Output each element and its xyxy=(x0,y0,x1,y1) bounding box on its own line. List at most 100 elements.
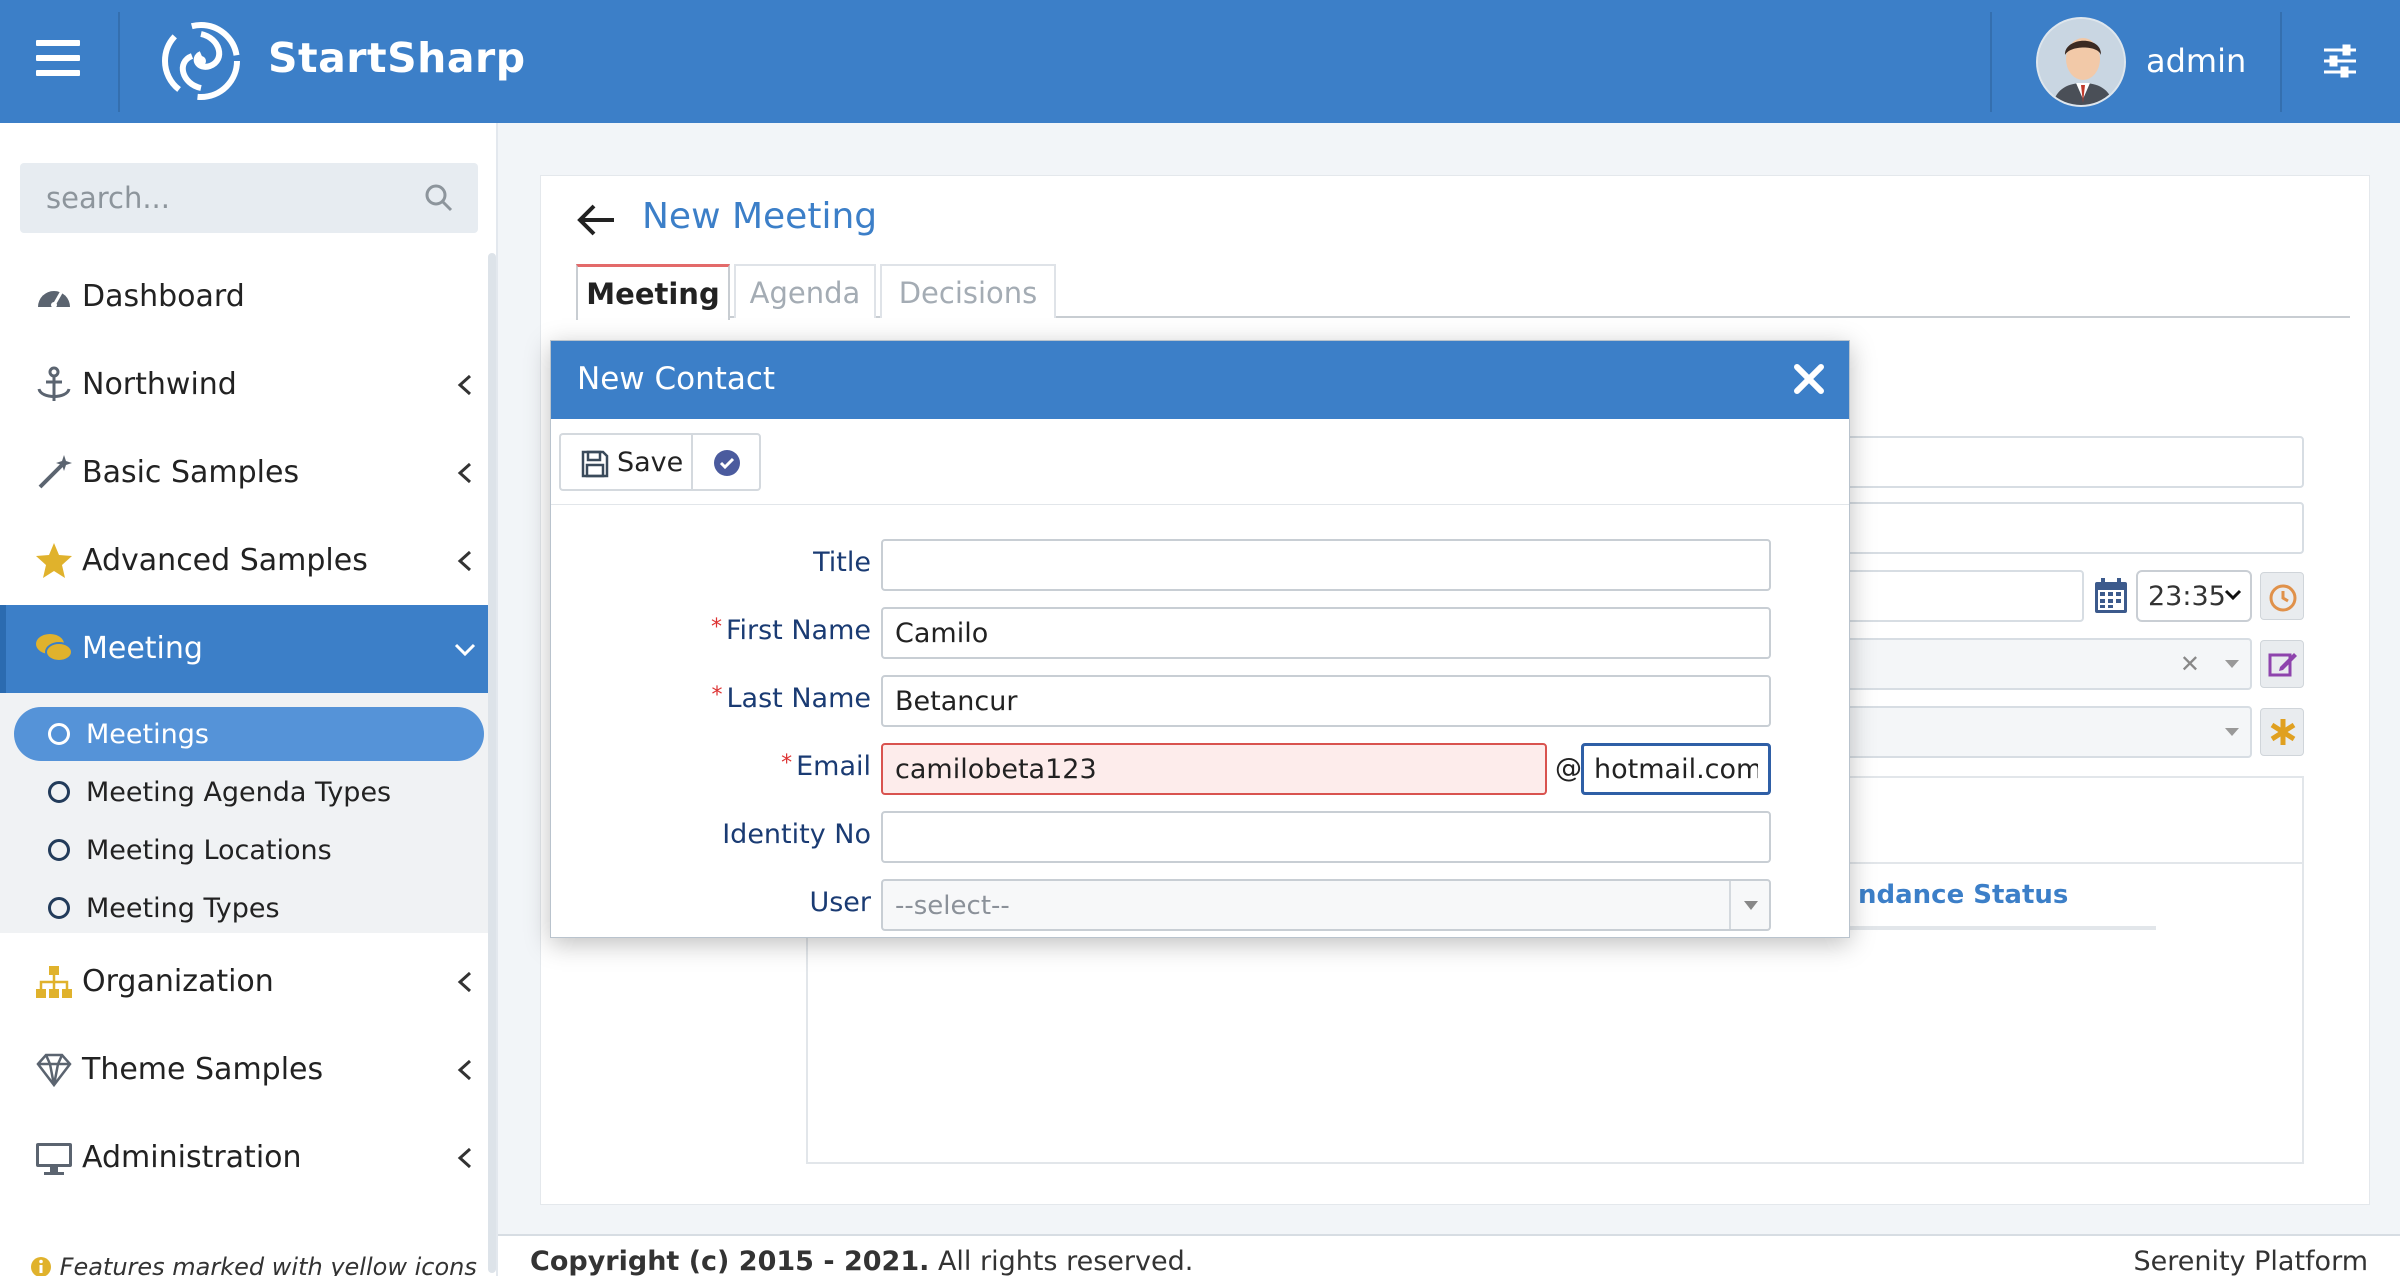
star-icon xyxy=(36,543,72,578)
email-label: * Email xyxy=(551,751,871,782)
title-input[interactable] xyxy=(881,539,1771,591)
identity-no-label: Identity No xyxy=(551,819,871,850)
anchor-icon xyxy=(37,366,71,401)
top-header: StartSharp admin xyxy=(0,0,2400,123)
sidebar-subitem-meeting-types[interactable]: Meeting Types xyxy=(14,881,484,935)
meeting-type-select[interactable]: ✕ xyxy=(1800,638,2252,690)
clear-icon[interactable]: ✕ xyxy=(2180,650,2200,678)
chevron-left-icon xyxy=(457,1059,472,1081)
apply-changes-button[interactable] xyxy=(691,433,761,491)
sidebar: Dashboard Northwind Basic Samples Advanc… xyxy=(0,123,498,1276)
last-name-label: * Last Name xyxy=(551,683,871,714)
grid-column-underline xyxy=(1818,926,2156,930)
calendar-icon[interactable] xyxy=(2092,576,2130,616)
meeting-submenu: Meetings Meeting Agenda Types Meeting Lo… xyxy=(0,693,496,933)
sidebar-item-theme-samples[interactable]: Theme Samples xyxy=(0,1026,496,1114)
start-time-value: 23:35 xyxy=(2148,581,2226,612)
user-select[interactable]: --select-- xyxy=(881,879,1771,931)
dropdown-arrow-icon xyxy=(2225,660,2239,668)
sidebar-item-label: Meeting xyxy=(82,631,203,666)
set-now-button[interactable] xyxy=(2260,572,2304,620)
email-domain-input[interactable] xyxy=(1581,743,1771,795)
close-icon[interactable] xyxy=(1791,361,1827,397)
sidebar-item-dashboard[interactable]: Dashboard xyxy=(0,253,496,341)
user-avatar[interactable] xyxy=(2036,17,2126,107)
sidebar-search xyxy=(20,163,478,233)
identity-no-label-text: Identity No xyxy=(722,819,871,850)
sidebar-item-northwind[interactable]: Northwind xyxy=(0,341,496,429)
page-title: New Meeting xyxy=(642,196,878,237)
save-button[interactable]: Save xyxy=(559,433,691,491)
location-select[interactable] xyxy=(1800,706,2252,758)
chevron-left-icon xyxy=(457,374,472,396)
circle-icon xyxy=(48,839,70,861)
email-at-sign: @ xyxy=(1555,753,1582,784)
search-icon[interactable] xyxy=(424,183,454,213)
magic-wand-icon xyxy=(38,455,72,489)
chevron-down-icon xyxy=(454,643,476,657)
user-label-text: User xyxy=(809,887,871,918)
tab-agenda[interactable]: Agenda xyxy=(734,264,876,318)
tab-decisions[interactable]: Decisions xyxy=(880,264,1056,318)
copyright-rest: All rights reserved. xyxy=(929,1246,1194,1276)
add-location-button[interactable] xyxy=(2260,708,2304,756)
chevron-left-icon xyxy=(457,462,472,484)
back-arrow-icon[interactable] xyxy=(576,202,616,238)
sidebar-subitem-meeting-locations[interactable]: Meeting Locations xyxy=(14,823,484,877)
brand-name[interactable]: StartSharp xyxy=(268,34,526,82)
sidebar-subitem-label: Meetings xyxy=(86,719,209,750)
dialog-title-bar[interactable]: New Contact xyxy=(551,341,1849,419)
diamond-icon xyxy=(36,1053,72,1088)
footer: Copyright (c) 2015 - 2021. All rights re… xyxy=(498,1234,2400,1276)
chevron-left-icon xyxy=(457,550,472,572)
sidebar-item-label: Advanced Samples xyxy=(82,543,368,578)
sidebar-item-administration[interactable]: Administration xyxy=(0,1114,496,1202)
comments-icon xyxy=(36,634,73,662)
grid-column-attendance-status[interactable]: ndance Status xyxy=(1858,880,2068,910)
tab-meeting[interactable]: Meeting xyxy=(576,264,730,320)
user-select-placeholder: --select-- xyxy=(895,891,1010,921)
email-label-text: Email xyxy=(796,751,871,782)
header-divider xyxy=(118,12,120,112)
required-mark: * xyxy=(711,683,723,708)
sidebar-item-advanced-samples[interactable]: Advanced Samples xyxy=(0,517,496,605)
floppy-disk-icon xyxy=(581,450,609,478)
sidebar-item-label: Northwind xyxy=(82,367,237,402)
copyright-text: Copyright (c) 2015 - 2021. All rights re… xyxy=(530,1246,1193,1276)
check-circle-icon xyxy=(714,450,740,476)
search-input[interactable] xyxy=(20,163,420,233)
header-divider xyxy=(1990,12,1992,112)
info-icon xyxy=(31,1257,51,1276)
sidebar-item-label: Theme Samples xyxy=(82,1052,324,1087)
sidebar-subitem-meetings[interactable]: Meetings xyxy=(14,707,484,761)
username-label[interactable]: admin xyxy=(2146,42,2246,80)
title-label-text: Title xyxy=(813,547,871,578)
start-time-select[interactable]: 23:35 xyxy=(2136,570,2252,622)
sidebar-item-basic-samples[interactable]: Basic Samples xyxy=(0,429,496,517)
circle-icon xyxy=(48,723,70,745)
required-mark: * xyxy=(781,751,793,776)
title-label: Title xyxy=(551,547,871,578)
sidebar-subitem-meeting-agenda-types[interactable]: Meeting Agenda Types xyxy=(14,765,484,819)
required-mark: * xyxy=(710,615,722,640)
sliders-settings-icon[interactable] xyxy=(2322,44,2358,78)
meeting-number-field[interactable] xyxy=(1800,502,2304,554)
sidebar-item-meeting[interactable]: Meeting xyxy=(0,605,496,693)
dropdown-arrow-icon xyxy=(2225,728,2239,736)
edit-meeting-type-button[interactable] xyxy=(2260,640,2304,688)
last-name-label-text: Last Name xyxy=(726,683,871,714)
dashboard-gauge-icon xyxy=(38,290,70,308)
sidebar-footnote: Features marked with yellow icons xyxy=(30,1253,477,1276)
identity-no-input[interactable] xyxy=(881,811,1771,863)
sidebar-scrollbar[interactable] xyxy=(488,253,496,1273)
last-name-input[interactable] xyxy=(881,675,1771,727)
dropdown-arrow-icon[interactable] xyxy=(1729,881,1769,929)
avatar-icon xyxy=(2038,19,2124,105)
email-user-input[interactable] xyxy=(881,743,1547,795)
tab-bar: Meeting Agenda Decisions xyxy=(576,264,2350,320)
sidebar-item-organization[interactable]: Organization xyxy=(0,938,496,1026)
first-name-input[interactable] xyxy=(881,607,1771,659)
meeting-name-field[interactable] xyxy=(1800,436,2304,488)
chevron-left-icon xyxy=(457,971,472,993)
menu-toggle-icon[interactable] xyxy=(36,40,80,76)
